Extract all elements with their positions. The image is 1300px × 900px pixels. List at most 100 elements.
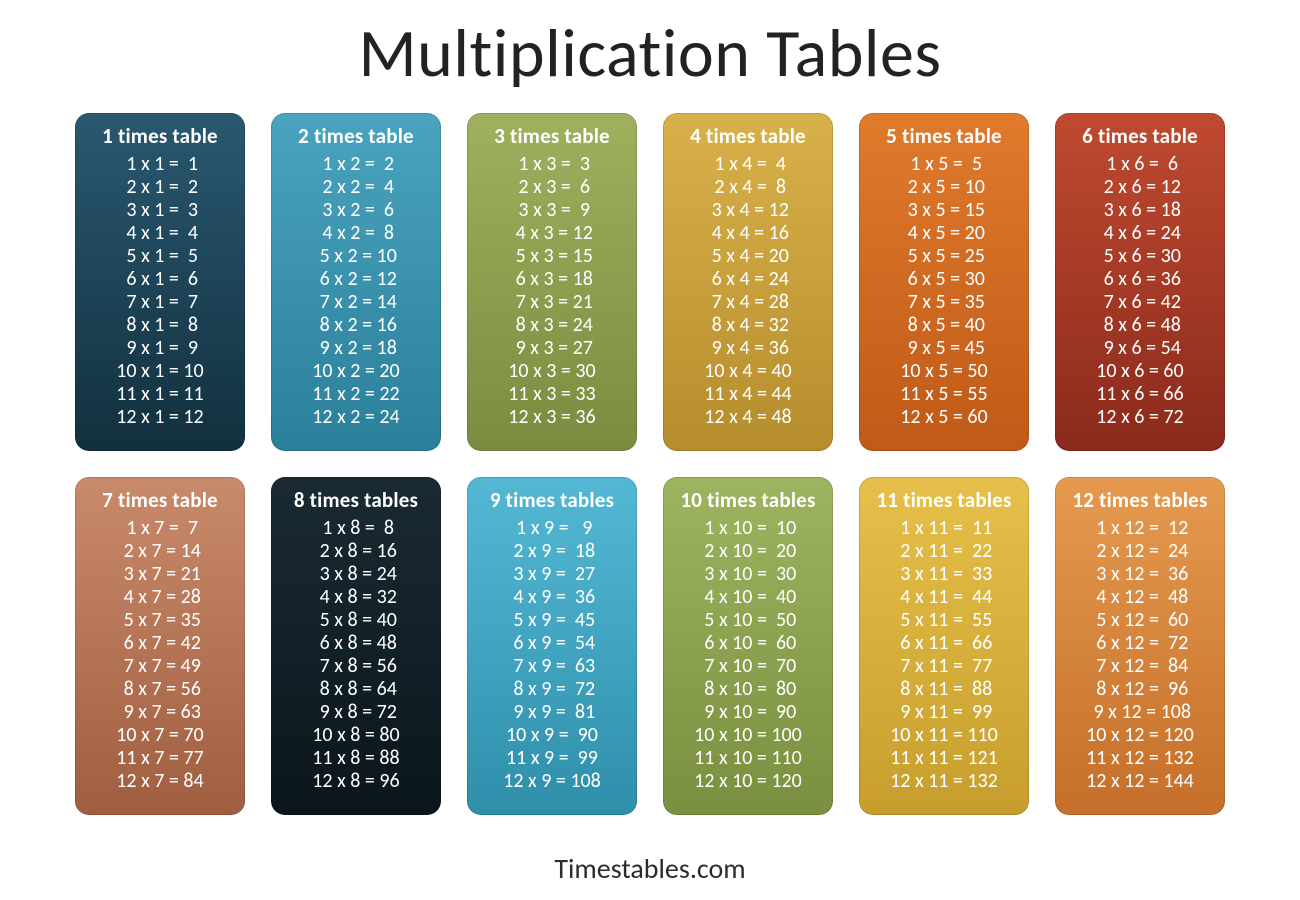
table-row: 9 x 12 = 108 <box>1055 701 1225 724</box>
table-row: 4 x 11 = 44 <box>859 586 1029 609</box>
card-rows: 1 x 11 = 11 2 x 11 = 22 3 x 11 = 33 4 x … <box>859 517 1029 803</box>
table-row: 12 x 12 = 144 <box>1055 770 1225 793</box>
table-row: 2 x 7 = 14 <box>75 540 245 563</box>
times-table-card-1: 1 times table 1 x 1 = 1 2 x 1 = 2 3 x 1 … <box>75 113 245 451</box>
table-row: 6 x 7 = 42 <box>75 632 245 655</box>
table-row: 4 x 12 = 48 <box>1055 586 1225 609</box>
table-row: 2 x 8 = 16 <box>271 540 441 563</box>
table-row: 9 x 8 = 72 <box>271 701 441 724</box>
table-row: 11 x 4 = 44 <box>663 383 833 406</box>
table-row: 4 x 1 = 4 <box>75 222 245 245</box>
table-row: 11 x 6 = 66 <box>1055 383 1225 406</box>
table-row: 12 x 3 = 36 <box>467 406 637 429</box>
table-row: 10 x 11 = 110 <box>859 724 1029 747</box>
table-row: 12 x 7 = 84 <box>75 770 245 793</box>
table-row: 7 x 4 = 28 <box>663 291 833 314</box>
table-row: 5 x 2 = 10 <box>271 245 441 268</box>
table-row: 3 x 7 = 21 <box>75 563 245 586</box>
table-row: 10 x 10 = 100 <box>663 724 833 747</box>
table-row: 12 x 11 = 132 <box>859 770 1029 793</box>
times-table-card-4: 4 times table 1 x 4 = 4 2 x 4 = 8 3 x 4 … <box>663 113 833 451</box>
times-table-card-6: 6 times table 1 x 6 = 6 2 x 6 = 12 3 x 6… <box>1055 113 1225 451</box>
times-table-card-9: 9 times tables 1 x 9 = 9 2 x 9 = 18 3 x … <box>467 477 637 815</box>
table-row: 7 x 10 = 70 <box>663 655 833 678</box>
table-row: 9 x 4 = 36 <box>663 337 833 360</box>
card-title: 5 times table <box>859 123 1029 149</box>
table-row: 11 x 9 = 99 <box>467 747 637 770</box>
card-title: 4 times table <box>663 123 833 149</box>
table-row: 11 x 11 = 121 <box>859 747 1029 770</box>
table-row: 8 x 9 = 72 <box>467 678 637 701</box>
table-row: 2 x 6 = 12 <box>1055 176 1225 199</box>
card-rows: 1 x 2 = 2 2 x 2 = 4 3 x 2 = 6 4 x 2 = 8 … <box>271 153 441 439</box>
table-row: 1 x 1 = 1 <box>75 153 245 176</box>
table-row: 1 x 7 = 7 <box>75 517 245 540</box>
table-row: 9 x 10 = 90 <box>663 701 833 724</box>
table-row: 8 x 1 = 8 <box>75 314 245 337</box>
card-title: 2 times table <box>271 123 441 149</box>
table-row: 11 x 2 = 22 <box>271 383 441 406</box>
table-row: 11 x 8 = 88 <box>271 747 441 770</box>
table-row: 8 x 6 = 48 <box>1055 314 1225 337</box>
card-title: 8 times tables <box>271 487 441 513</box>
table-row: 3 x 9 = 27 <box>467 563 637 586</box>
table-row: 6 x 4 = 24 <box>663 268 833 291</box>
card-rows: 1 x 5 = 5 2 x 5 = 10 3 x 5 = 15 4 x 5 = … <box>859 153 1029 439</box>
table-row: 8 x 12 = 96 <box>1055 678 1225 701</box>
table-row: 9 x 9 = 81 <box>467 701 637 724</box>
card-rows: 1 x 10 = 10 2 x 10 = 20 3 x 10 = 30 4 x … <box>663 517 833 803</box>
table-row: 12 x 9 = 108 <box>467 770 637 793</box>
table-row: 10 x 6 = 60 <box>1055 360 1225 383</box>
card-rows: 1 x 6 = 6 2 x 6 = 12 3 x 6 = 18 4 x 6 = … <box>1055 153 1225 439</box>
table-row: 9 x 2 = 18 <box>271 337 441 360</box>
table-row: 10 x 7 = 70 <box>75 724 245 747</box>
table-row: 1 x 8 = 8 <box>271 517 441 540</box>
table-row: 9 x 1 = 9 <box>75 337 245 360</box>
table-row: 3 x 3 = 9 <box>467 199 637 222</box>
times-table-card-11: 11 times tables 1 x 11 = 11 2 x 11 = 22 … <box>859 477 1029 815</box>
card-title: 12 times tables <box>1055 487 1225 513</box>
table-row: 10 x 5 = 50 <box>859 360 1029 383</box>
table-row: 5 x 3 = 15 <box>467 245 637 268</box>
table-row: 8 x 11 = 88 <box>859 678 1029 701</box>
table-row: 5 x 1 = 5 <box>75 245 245 268</box>
table-row: 3 x 6 = 18 <box>1055 199 1225 222</box>
table-row: 10 x 12 = 120 <box>1055 724 1225 747</box>
table-row: 1 x 11 = 11 <box>859 517 1029 540</box>
table-row: 12 x 8 = 96 <box>271 770 441 793</box>
table-row: 7 x 6 = 42 <box>1055 291 1225 314</box>
table-row: 9 x 7 = 63 <box>75 701 245 724</box>
card-title: 3 times table <box>467 123 637 149</box>
table-row: 2 x 1 = 2 <box>75 176 245 199</box>
table-row: 7 x 2 = 14 <box>271 291 441 314</box>
table-row: 6 x 12 = 72 <box>1055 632 1225 655</box>
table-row: 3 x 10 = 30 <box>663 563 833 586</box>
table-row: 1 x 6 = 6 <box>1055 153 1225 176</box>
table-row: 7 x 8 = 56 <box>271 655 441 678</box>
card-rows: 1 x 4 = 4 2 x 4 = 8 3 x 4 = 12 4 x 4 = 1… <box>663 153 833 439</box>
table-row: 1 x 3 = 3 <box>467 153 637 176</box>
table-row: 8 x 7 = 56 <box>75 678 245 701</box>
table-row: 8 x 8 = 64 <box>271 678 441 701</box>
table-row: 6 x 8 = 48 <box>271 632 441 655</box>
table-row: 3 x 1 = 3 <box>75 199 245 222</box>
card-title: 1 times table <box>75 123 245 149</box>
table-row: 2 x 9 = 18 <box>467 540 637 563</box>
table-row: 6 x 6 = 36 <box>1055 268 1225 291</box>
page-title: Multiplication Tables <box>0 12 1300 95</box>
table-row: 5 x 9 = 45 <box>467 609 637 632</box>
table-row: 1 x 12 = 12 <box>1055 517 1225 540</box>
table-row: 3 x 5 = 15 <box>859 199 1029 222</box>
times-table-card-12: 12 times tables 1 x 12 = 12 2 x 12 = 24 … <box>1055 477 1225 815</box>
table-row: 10 x 9 = 90 <box>467 724 637 747</box>
table-row: 6 x 3 = 18 <box>467 268 637 291</box>
table-row: 5 x 4 = 20 <box>663 245 833 268</box>
card-title: 10 times tables <box>663 487 833 513</box>
table-row: 12 x 2 = 24 <box>271 406 441 429</box>
table-row: 2 x 12 = 24 <box>1055 540 1225 563</box>
table-row: 11 x 1 = 11 <box>75 383 245 406</box>
table-row: 2 x 10 = 20 <box>663 540 833 563</box>
table-row: 9 x 6 = 54 <box>1055 337 1225 360</box>
table-row: 11 x 3 = 33 <box>467 383 637 406</box>
times-table-card-10: 10 times tables 1 x 10 = 10 2 x 10 = 20 … <box>663 477 833 815</box>
